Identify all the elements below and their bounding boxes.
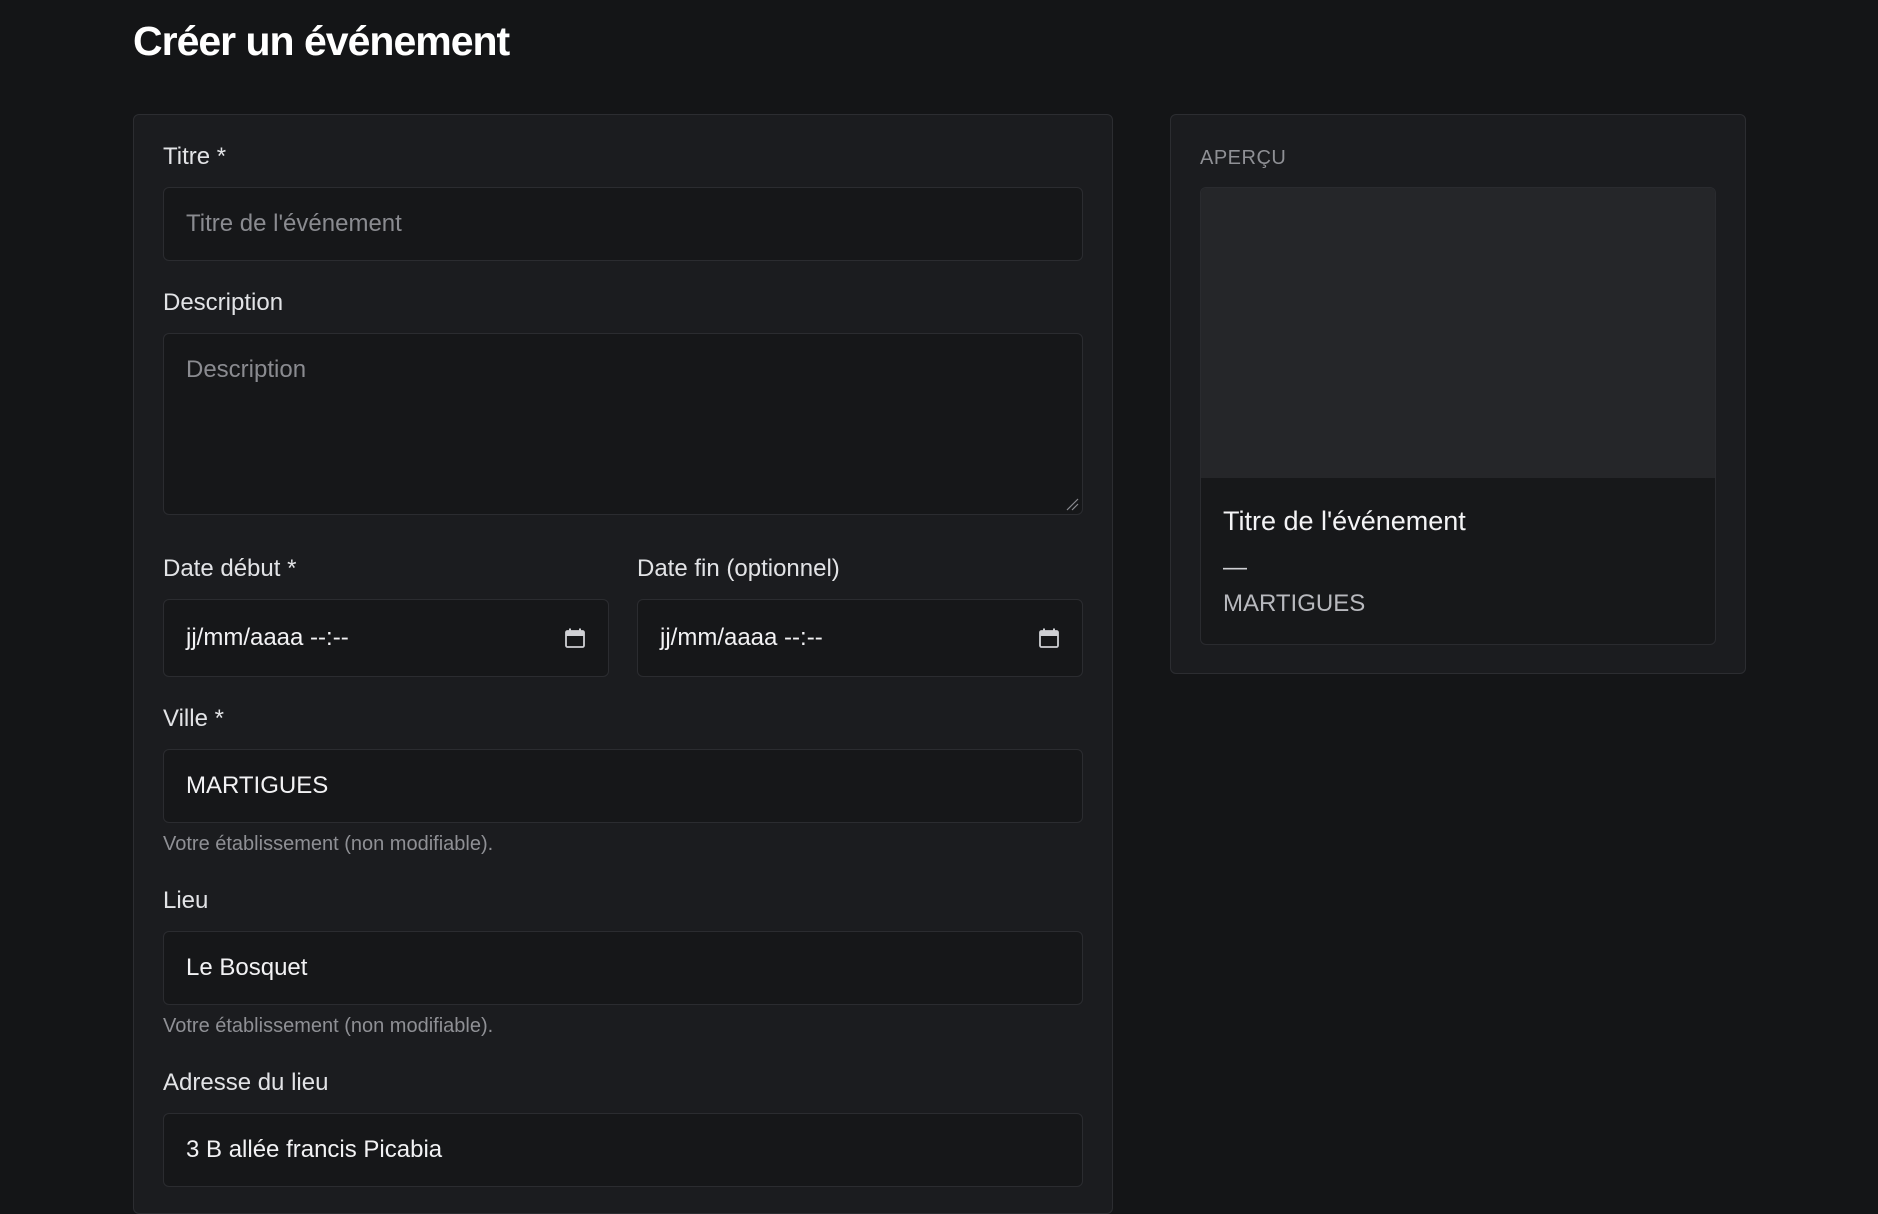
end-date-input[interactable]: jj/mm/aaaa --:-- bbox=[637, 599, 1083, 677]
page-title: Créer un événement bbox=[133, 18, 510, 64]
start-date-value: jj/mm/aaaa --:-- bbox=[186, 624, 349, 651]
preview-city: MARTIGUES bbox=[1223, 590, 1366, 617]
event-form: Titre * Titre de l'événement Description… bbox=[133, 114, 1113, 1214]
address-label: Adresse du lieu bbox=[163, 1069, 329, 1096]
preview-heading: APERÇU bbox=[1200, 147, 1287, 169]
resize-grip-icon[interactable] bbox=[1065, 497, 1079, 511]
preview-image-placeholder bbox=[1201, 188, 1715, 478]
preview-panel: APERÇU Titre de l'événement — MARTIGUES bbox=[1170, 114, 1746, 674]
address-input[interactable]: 3 B allée francis Picabia bbox=[163, 1113, 1083, 1187]
start-date-input[interactable]: jj/mm/aaaa --:-- bbox=[163, 599, 609, 677]
city-label: Ville * bbox=[163, 705, 224, 732]
description-placeholder: Description bbox=[186, 356, 307, 383]
venue-label: Lieu bbox=[163, 887, 209, 914]
preview-title: Titre de l'événement bbox=[1223, 506, 1466, 536]
city-help-text: Votre établissement (non modifiable). bbox=[163, 833, 494, 855]
title-label: Titre * bbox=[163, 143, 227, 170]
preview-date: — bbox=[1223, 554, 1247, 581]
calendar-icon[interactable] bbox=[1038, 627, 1060, 649]
venue-help-text: Votre établissement (non modifiable). bbox=[163, 1015, 494, 1037]
description-label: Description bbox=[163, 289, 284, 316]
description-textarea[interactable]: Description bbox=[163, 333, 1083, 515]
end-date-value: jj/mm/aaaa --:-- bbox=[660, 624, 823, 651]
start-date-label: Date début * bbox=[163, 555, 297, 582]
city-input[interactable]: MARTIGUES bbox=[163, 749, 1083, 823]
venue-input[interactable]: Le Bosquet bbox=[163, 931, 1083, 1005]
end-date-label: Date fin (optionnel) bbox=[637, 555, 840, 582]
calendar-icon[interactable] bbox=[564, 627, 586, 649]
title-input[interactable]: Titre de l'événement bbox=[163, 187, 1083, 261]
preview-event-card: Titre de l'événement — MARTIGUES bbox=[1200, 187, 1716, 645]
